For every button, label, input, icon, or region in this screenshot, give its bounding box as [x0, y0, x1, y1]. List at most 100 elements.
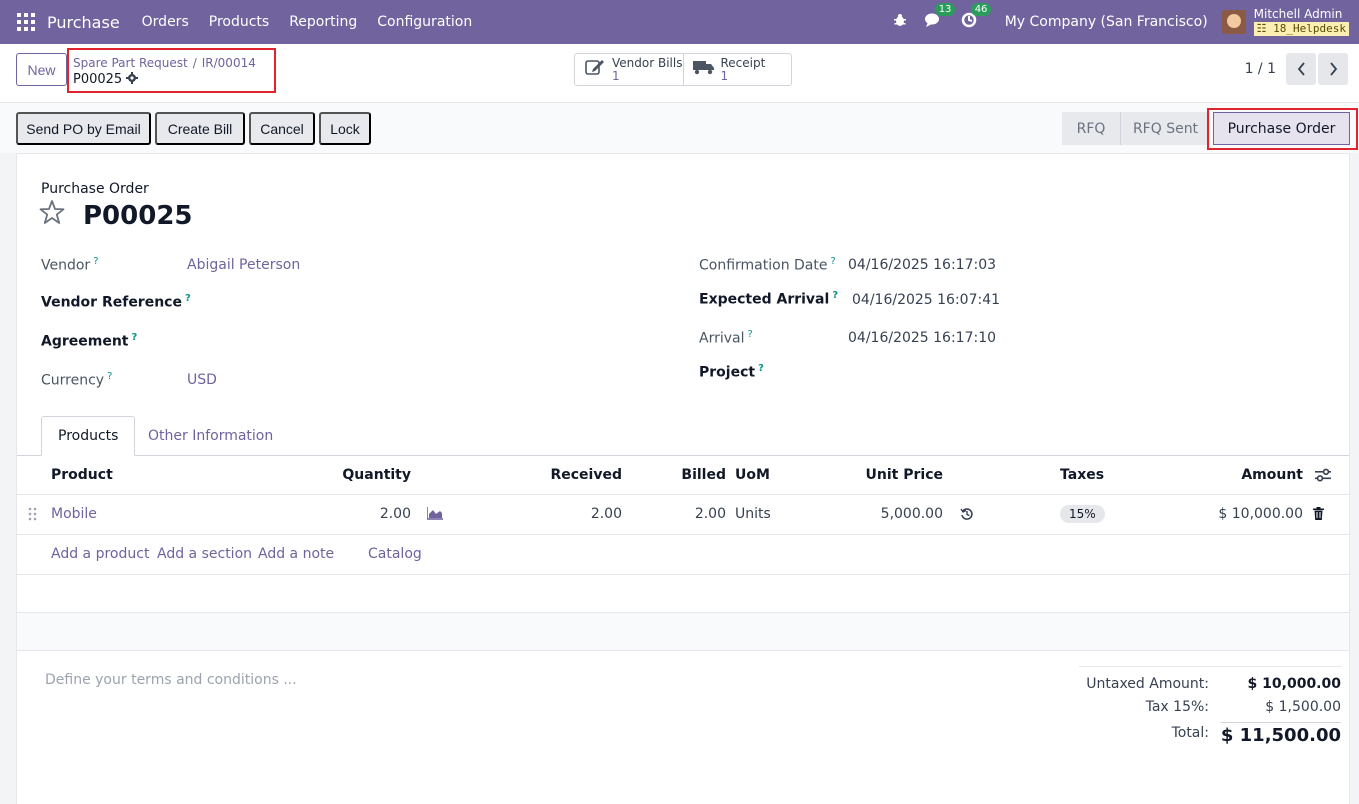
vendor-bills-button[interactable]: Vendor Bills 1: [575, 54, 683, 85]
cell-quantity[interactable]: 2.00: [380, 506, 411, 522]
receipt-count: 1: [720, 68, 729, 83]
project-label: Project?: [699, 363, 764, 381]
untaxed-amount-value: $ 10,000.00: [1247, 676, 1341, 692]
app-name[interactable]: Purchase: [47, 13, 120, 32]
cell-billed[interactable]: 2.00: [695, 506, 726, 522]
col-product[interactable]: Product: [51, 467, 113, 483]
company-switcher[interactable]: My Company (San Francisco): [1005, 14, 1208, 30]
messages-icon[interactable]: 13: [924, 3, 956, 32]
add-section-link[interactable]: Add a section: [157, 546, 252, 562]
history-icon[interactable]: [960, 507, 974, 525]
column-settings-icon[interactable]: [1315, 468, 1331, 486]
terms-and-conditions-field[interactable]: Define your terms and conditions ...: [45, 672, 297, 688]
truck-icon: [692, 59, 715, 80]
col-amount[interactable]: Amount: [1241, 467, 1303, 483]
stage-rfq[interactable]: RFQ: [1062, 112, 1120, 145]
messages-count-badge: 13: [934, 3, 956, 16]
menu-products[interactable]: Products: [199, 14, 279, 30]
top-navbar: Purchase Orders Products Reporting Confi…: [0, 0, 1359, 44]
database-badge: ☷ 18_Helpdesk: [1253, 22, 1349, 36]
cell-uom[interactable]: Units: [735, 506, 771, 522]
breadcrumb-current: P00025: [73, 72, 123, 87]
untaxed-amount-label: Untaxed Amount:: [1086, 676, 1209, 692]
table-row[interactable]: Mobile 2.00 2.00 2.00 Units 5,000.00 15%…: [17, 495, 1349, 535]
star-icon[interactable]: [39, 199, 65, 232]
col-billed[interactable]: Billed: [681, 467, 726, 483]
main-menu: Orders Products Reporting Configuration: [132, 14, 483, 30]
page-title: P00025: [83, 201, 193, 231]
vendor-label: Vendor?: [41, 256, 99, 274]
breadcrumb-item-ir[interactable]: IR/00014: [202, 56, 256, 70]
vendor-reference-label: Vendor Reference?: [41, 293, 191, 311]
lock-button[interactable]: Lock: [319, 112, 371, 145]
vendor-field[interactable]: Abigail Peterson: [187, 257, 300, 273]
breadcrumb-item-request[interactable]: Spare Part Request: [73, 56, 188, 70]
confirmation-date-field[interactable]: 04/16/2025 16:17:03: [848, 257, 996, 273]
document-type-label: Purchase Order: [41, 181, 149, 197]
cell-received[interactable]: 2.00: [591, 506, 622, 522]
expected-arrival-field[interactable]: 04/16/2025 16:07:41: [852, 292, 1000, 308]
menu-configuration[interactable]: Configuration: [367, 14, 482, 30]
stage-highlight-box: Purchase Order: [1207, 108, 1358, 150]
control-panel: New Spare Part Request / IR/00014 P00025 V…: [0, 44, 1359, 103]
stage-rfq-sent[interactable]: RFQ Sent: [1120, 112, 1210, 145]
status-bar: Send PO by Email Create Bill Cancel Lock…: [0, 103, 1359, 153]
menu-reporting[interactable]: Reporting: [279, 14, 367, 30]
new-button[interactable]: New: [16, 53, 67, 86]
add-line-row: Add a product Add a section Add a note C…: [17, 535, 1349, 575]
agreement-label: Agreement?: [41, 332, 138, 350]
add-note-link[interactable]: Add a note: [258, 546, 334, 562]
receipt-label: Receipt: [720, 55, 766, 70]
empty-row: [17, 575, 1349, 613]
col-unit-price[interactable]: Unit Price: [866, 467, 943, 483]
cell-amount: $ 10,000.00: [1218, 506, 1303, 522]
stage-purchase-order[interactable]: Purchase Order: [1213, 112, 1350, 145]
col-uom[interactable]: UoM: [735, 467, 770, 483]
pager-next-button[interactable]: [1318, 53, 1348, 85]
col-quantity[interactable]: Quantity: [342, 467, 411, 483]
cancel-button[interactable]: Cancel: [249, 112, 315, 145]
activities-icon[interactable]: 46: [961, 3, 992, 32]
tab-products[interactable]: Products: [41, 416, 136, 456]
notebook-tabs: Products Other Information: [17, 416, 1349, 456]
tab-other-information[interactable]: Other Information: [132, 416, 289, 456]
vendor-bills-count: 1: [612, 68, 620, 83]
apps-menu-icon[interactable]: [17, 13, 35, 31]
forecast-chart-icon[interactable]: [426, 507, 443, 524]
create-bill-button[interactable]: Create Bill: [155, 112, 245, 145]
menu-orders[interactable]: Orders: [132, 14, 199, 30]
database-name: 18_Helpdesk: [1273, 22, 1346, 35]
cell-product[interactable]: Mobile: [51, 506, 97, 522]
user-menu[interactable]: Mitchell Admin ☷ 18_Helpdesk: [1253, 7, 1349, 36]
pager-previous-button[interactable]: [1286, 53, 1316, 85]
trash-icon[interactable]: [1313, 507, 1324, 524]
activities-count-badge: 46: [970, 3, 992, 16]
arrival-field[interactable]: 04/16/2025 16:17:10: [848, 330, 996, 346]
arrival-label: Arrival?: [699, 329, 753, 347]
col-taxes[interactable]: Taxes: [1060, 467, 1104, 483]
pager-value[interactable]: 1 / 1: [1245, 61, 1276, 77]
avatar[interactable]: [1221, 10, 1246, 34]
receipt-button[interactable]: Receipt 1: [682, 54, 792, 85]
col-received[interactable]: Received: [550, 467, 622, 483]
tax-badge[interactable]: 15%: [1060, 505, 1105, 523]
smart-buttons: Vendor Bills 1 Receipt 1: [574, 53, 792, 86]
send-po-email-button[interactable]: Send PO by Email: [16, 112, 151, 145]
user-name: Mitchell Admin: [1253, 7, 1343, 21]
edit-icon: [584, 58, 606, 81]
currency-field[interactable]: USD: [187, 372, 217, 388]
navbar-systray: 13 46 My Company (San Francisco) Mitchel…: [893, 0, 1359, 44]
total-label: Total:: [1171, 725, 1209, 741]
chevron-left-icon: [1297, 62, 1305, 76]
confirmation-date-label: Confirmation Date?: [699, 256, 836, 274]
gear-icon[interactable]: [126, 72, 139, 87]
tax-value: $ 1,500.00: [1265, 699, 1341, 715]
cell-unit-price[interactable]: 5,000.00: [881, 506, 943, 522]
add-product-link[interactable]: Add a product: [51, 546, 149, 562]
catalog-link[interactable]: Catalog: [368, 546, 422, 562]
bug-icon[interactable]: [893, 13, 907, 31]
drag-handle-icon[interactable]: [28, 507, 38, 525]
total-value: $ 11,500.00: [1220, 722, 1341, 746]
vendor-bills-label: Vendor Bills: [612, 55, 683, 70]
tax-label: Tax 15%:: [1145, 699, 1209, 715]
